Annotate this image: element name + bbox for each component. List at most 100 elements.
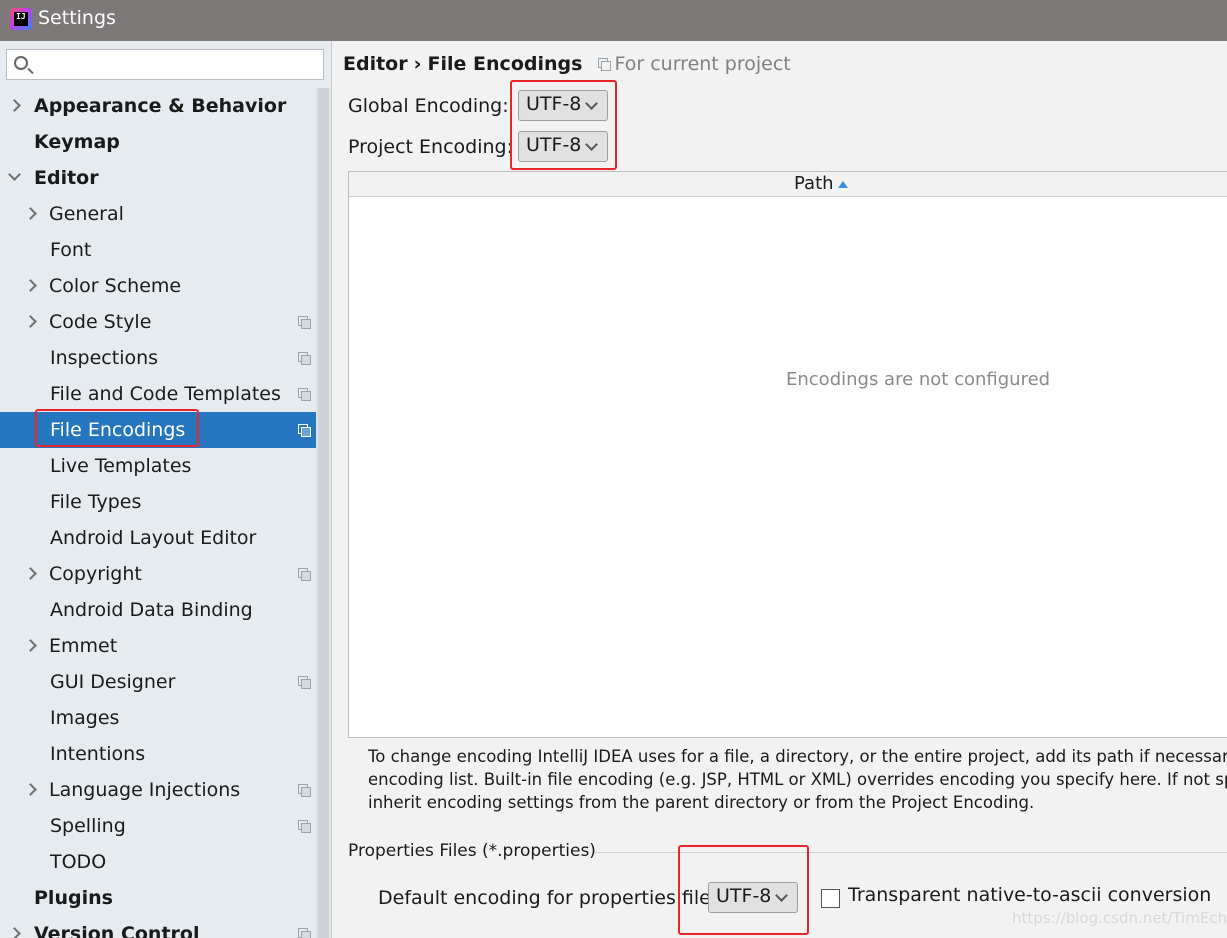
table-empty-text: Encodings are not configured [786, 369, 1051, 390]
sidebar-item-copyright[interactable]: Copyright [0, 556, 316, 592]
sidebar-item-general[interactable]: General [0, 196, 316, 232]
transparent-ascii-label[interactable]: Transparent native-to-ascii conversion [848, 884, 1211, 906]
sidebar-item-android-data-binding[interactable]: Android Data Binding [0, 592, 316, 628]
search-input[interactable] [37, 52, 317, 77]
sidebar-item-live-templates[interactable]: Live Templates [0, 448, 316, 484]
sidebar-item-label: Plugins [34, 887, 113, 909]
properties-encoding-value: UTF-8 [716, 885, 772, 907]
chevron-down-icon [585, 138, 598, 151]
sidebar-item-label: TODO [50, 851, 107, 873]
chevron-down-icon[interactable] [8, 168, 21, 181]
sidebar-item-label: Version Control [34, 923, 200, 938]
project-scope-icon [298, 784, 311, 797]
sidebar-item-spelling[interactable]: Spelling [0, 808, 316, 844]
sidebar-item-label: Intentions [50, 743, 146, 765]
help-line: inherit encoding settings from the paren… [368, 793, 1035, 812]
sidebar-item-file-types[interactable]: File Types [0, 484, 316, 520]
global-encoding-select[interactable]: UTF-8 [518, 90, 608, 121]
section-divider [595, 852, 1227, 853]
sidebar-item-label: Color Scheme [49, 275, 182, 297]
project-scope-icon [298, 388, 311, 401]
breadcrumb-separator: › [413, 53, 422, 75]
global-encoding-label: Global Encoding: [348, 95, 509, 117]
chevron-right-icon[interactable] [8, 927, 21, 938]
sidebar-item-label: Copyright [49, 563, 142, 585]
table-header: Path [349, 172, 1227, 197]
sidebar-item-color-scheme[interactable]: Color Scheme [0, 268, 316, 304]
sidebar-item-todo[interactable]: TODO [0, 844, 316, 880]
sidebar-scroll-thumb[interactable] [318, 88, 329, 938]
sidebar-item-intentions[interactable]: Intentions [0, 736, 316, 772]
sidebar-item-label: Live Templates [50, 455, 192, 477]
chevron-right-icon[interactable] [24, 207, 37, 220]
window-title: Settings [38, 7, 116, 29]
watermark-text: https://blog.csdn.net/TimEcho [1012, 909, 1227, 927]
sidebar-item-label: Font [50, 239, 92, 261]
breadcrumb-current: File Encodings [427, 53, 583, 75]
chevron-right-icon[interactable] [8, 99, 21, 112]
global-encoding-value: UTF-8 [526, 93, 582, 115]
project-scope-icon [298, 352, 311, 365]
breadcrumb-parent[interactable]: Editor [343, 53, 408, 75]
sidebar-item-gui-designer[interactable]: GUI Designer [0, 664, 316, 700]
sidebar-item-font[interactable]: Font [0, 232, 316, 268]
project-scope-icon [298, 316, 311, 329]
chevron-right-icon[interactable] [24, 567, 37, 580]
sidebar-item-inspections[interactable]: Inspections [0, 340, 316, 376]
settings-sidebar: Appearance & Behavior Keymap Editor General… [0, 41, 331, 938]
sidebar-item-plugins[interactable]: Plugins [0, 880, 316, 916]
breadcrumb-scope: For current project [614, 53, 791, 75]
default-properties-encoding-label: Default encoding for properties files: [378, 887, 728, 909]
transparent-ascii-checkbox[interactable] [821, 889, 840, 908]
breadcrumb: Editor › File Encodings For current proj… [343, 53, 791, 75]
encoding-help-text: To change encoding IntelliJ IDEA uses fo… [368, 745, 1227, 814]
project-scope-icon [298, 424, 311, 437]
sidebar-item-editor[interactable]: Editor [0, 160, 316, 196]
sidebar-item-emmet[interactable]: Emmet [0, 628, 316, 664]
column-header-path[interactable]: Path [794, 173, 834, 194]
sidebar-item-version-control[interactable]: Version Control [0, 916, 316, 938]
sort-ascending-icon [838, 181, 848, 188]
sidebar-item-label: Keymap [34, 131, 120, 153]
properties-section-title: Properties Files (*.properties) [348, 841, 596, 861]
sidebar-item-label: File Encodings [50, 419, 186, 441]
sidebar-item-language-injections[interactable]: Language Injections [0, 772, 316, 808]
sidebar-scrollbar[interactable] [316, 88, 331, 938]
sidebar-item-label: Appearance & Behavior [34, 95, 287, 117]
sidebar-item-appearance-behavior[interactable]: Appearance & Behavior [0, 88, 316, 124]
sidebar-item-label: Language Injections [49, 779, 241, 801]
chevron-right-icon[interactable] [24, 315, 37, 328]
sidebar-item-label: Emmet [49, 635, 118, 657]
help-line: To change encoding IntelliJ IDEA uses fo… [368, 747, 1227, 766]
sidebar-item-file-encodings[interactable]: File Encodings [0, 412, 331, 448]
chevron-right-icon[interactable] [24, 279, 37, 292]
sidebar-item-keymap[interactable]: Keymap [0, 124, 316, 160]
sidebar-item-android-layout-editor[interactable]: Android Layout Editor [0, 520, 316, 556]
sidebar-item-label: Code Style [49, 311, 152, 333]
sidebar-item-label: Spelling [50, 815, 126, 837]
sidebar-item-label: File and Code Templates [50, 383, 281, 405]
sidebar-item-label: Android Data Binding [50, 599, 253, 621]
sidebar-item-label: File Types [50, 491, 142, 513]
settings-search-box[interactable] [6, 49, 324, 80]
help-line: encoding list. Built-in file encoding (e… [368, 770, 1227, 789]
sidebar-item-code-style[interactable]: Code Style [0, 304, 316, 340]
project-scope-icon [298, 820, 311, 833]
sidebar-item-label: Inspections [50, 347, 159, 369]
sidebar-item-label: Editor [34, 167, 99, 189]
project-scope-icon [298, 568, 311, 581]
path-encoding-table[interactable]: Path Encodings are not configured [348, 171, 1227, 738]
chevron-down-icon [775, 889, 788, 902]
chevron-right-icon[interactable] [24, 639, 37, 652]
settings-content-panel: Editor › File Encodings For current proj… [331, 41, 1227, 938]
search-icon [14, 56, 28, 70]
sidebar-item-label: Images [50, 707, 120, 729]
project-encoding-select[interactable]: UTF-8 [518, 131, 608, 162]
intellij-logo-icon: IJ [10, 8, 32, 30]
sidebar-item-file-and-code-templates[interactable]: File and Code Templates [0, 376, 316, 412]
project-scope-icon [298, 928, 311, 938]
chevron-right-icon[interactable] [24, 783, 37, 796]
project-scope-icon [298, 676, 311, 689]
properties-encoding-select[interactable]: UTF-8 [708, 882, 798, 913]
sidebar-item-images[interactable]: Images [0, 700, 316, 736]
